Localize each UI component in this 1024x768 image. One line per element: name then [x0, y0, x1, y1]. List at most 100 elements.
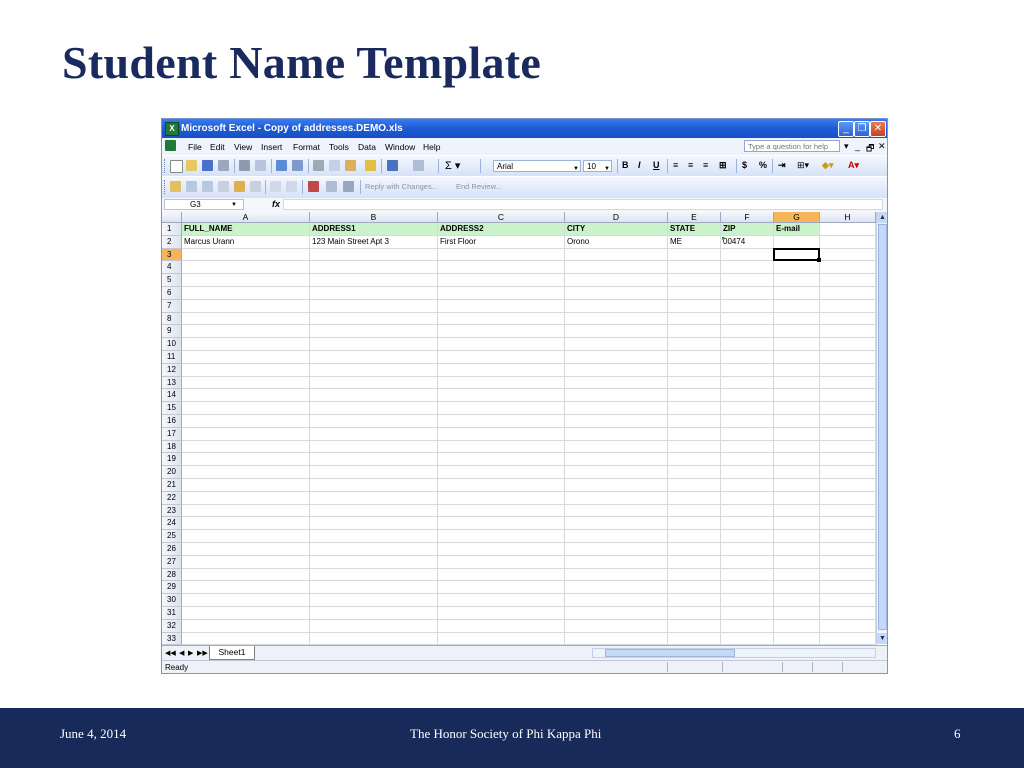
- fx-icon[interactable]: fx: [272, 199, 280, 209]
- row-header-22[interactable]: 22: [162, 491, 182, 505]
- row-header-15[interactable]: 15: [162, 402, 182, 415]
- cell-b25[interactable]: [310, 530, 438, 543]
- cell-h19[interactable]: [820, 453, 876, 467]
- cell-e17[interactable]: [668, 427, 721, 441]
- column-header-b[interactable]: B: [310, 212, 438, 223]
- row-header-11[interactable]: 11: [162, 351, 182, 364]
- cell-b4[interactable]: [310, 261, 438, 275]
- cell-h6[interactable]: [820, 287, 876, 300]
- borders-icon[interactable]: ⊞▾: [797, 160, 809, 171]
- cell-c13[interactable]: [438, 376, 565, 390]
- vertical-scrollbar[interactable]: ▲ ▼: [876, 212, 887, 644]
- column-header-f[interactable]: F: [721, 212, 774, 223]
- next-icon[interactable]: [286, 181, 297, 192]
- cell-a19[interactable]: [182, 453, 310, 467]
- cell-f17[interactable]: [721, 427, 774, 441]
- new-icon[interactable]: [170, 160, 183, 173]
- row-header-16[interactable]: 16: [162, 415, 182, 428]
- cell-d17[interactable]: [565, 427, 668, 441]
- cell-f9[interactable]: [721, 325, 774, 339]
- cell-e31[interactable]: [668, 607, 721, 620]
- cell-c14[interactable]: [438, 389, 565, 403]
- cell-b21[interactable]: [310, 479, 438, 492]
- row-header-17[interactable]: 17: [162, 427, 182, 441]
- cell-d29[interactable]: [565, 581, 668, 595]
- font-name-select[interactable]: Arial ▼: [493, 160, 581, 172]
- font-size-select[interactable]: 10 ▼: [583, 160, 612, 172]
- horizontal-scrollbar[interactable]: [592, 648, 876, 658]
- cell-d33[interactable]: [565, 632, 668, 646]
- cell-d4[interactable]: [565, 261, 668, 275]
- cell-h8[interactable]: [820, 312, 876, 326]
- column-header-h[interactable]: H: [820, 212, 876, 223]
- cell-b13[interactable]: [310, 376, 438, 390]
- cell-f30[interactable]: [721, 594, 774, 607]
- cell-b29[interactable]: [310, 581, 438, 595]
- column-header-e[interactable]: E: [668, 212, 721, 223]
- cell-f11[interactable]: [721, 351, 774, 364]
- cell-d14[interactable]: [565, 389, 668, 403]
- percent-icon[interactable]: %: [759, 160, 767, 170]
- cell-a32[interactable]: [182, 619, 310, 633]
- cell-a7[interactable]: [182, 299, 310, 313]
- cell-b8[interactable]: [310, 312, 438, 326]
- vertical-scroll-thumb[interactable]: [878, 224, 887, 630]
- cell-a21[interactable]: [182, 479, 310, 492]
- row-header-18[interactable]: 18: [162, 440, 182, 454]
- cell-f32[interactable]: [721, 619, 774, 633]
- cell-c8[interactable]: [438, 312, 565, 326]
- cell-e5[interactable]: [668, 274, 721, 287]
- cell-a23[interactable]: [182, 504, 310, 518]
- cell-h13[interactable]: [820, 376, 876, 390]
- row-header-8[interactable]: 8: [162, 312, 182, 326]
- font-color-icon[interactable]: A▾: [848, 160, 859, 171]
- help-dropdown-icon[interactable]: ▾: [844, 141, 849, 152]
- redo-icon[interactable]: [413, 160, 424, 171]
- update-file-icon[interactable]: [343, 181, 354, 192]
- cell-f6[interactable]: [721, 287, 774, 300]
- cell-d15[interactable]: [565, 402, 668, 415]
- cell-d25[interactable]: [565, 530, 668, 543]
- cell-d9[interactable]: [565, 325, 668, 339]
- cell-g25[interactable]: [774, 530, 820, 543]
- cell-e33[interactable]: [668, 632, 721, 646]
- cell-f10[interactable]: [721, 338, 774, 351]
- row-header-7[interactable]: 7: [162, 299, 182, 313]
- horizontal-scroll-thumb[interactable]: [605, 649, 735, 657]
- cell-e16[interactable]: [668, 415, 721, 428]
- cell-g22[interactable]: [774, 491, 820, 505]
- cell-f22[interactable]: [721, 491, 774, 505]
- cell-h17[interactable]: [820, 427, 876, 441]
- cell-f2[interactable]: 00474: [721, 235, 774, 249]
- cell-h29[interactable]: [820, 581, 876, 595]
- cell-a26[interactable]: [182, 543, 310, 556]
- cell-d8[interactable]: [565, 312, 668, 326]
- cell-h18[interactable]: [820, 440, 876, 454]
- cell-f14[interactable]: [721, 389, 774, 403]
- cell-c26[interactable]: [438, 543, 565, 556]
- cell-c4[interactable]: [438, 261, 565, 275]
- cell-h11[interactable]: [820, 351, 876, 364]
- cell-f23[interactable]: [721, 504, 774, 518]
- select-all-corner[interactable]: [162, 212, 182, 223]
- cell-f7[interactable]: [721, 299, 774, 313]
- cell-h28[interactable]: [820, 568, 876, 582]
- autosum-icon[interactable]: Σ ▾: [445, 159, 460, 172]
- cell-b26[interactable]: [310, 543, 438, 556]
- cell-f24[interactable]: [721, 517, 774, 531]
- cell-a13[interactable]: [182, 376, 310, 390]
- cell-e27[interactable]: [668, 555, 721, 569]
- cell-e10[interactable]: [668, 338, 721, 351]
- cell-b31[interactable]: [310, 607, 438, 620]
- cell-e7[interactable]: [668, 299, 721, 313]
- cell-g29[interactable]: [774, 581, 820, 595]
- next-comment-icon[interactable]: [202, 181, 213, 192]
- cell-e14[interactable]: [668, 389, 721, 403]
- cell-b6[interactable]: [310, 287, 438, 300]
- cell-a8[interactable]: [182, 312, 310, 326]
- scroll-up-icon[interactable]: ▲: [877, 212, 887, 223]
- cell-h1[interactable]: [820, 223, 876, 236]
- cell-a17[interactable]: [182, 427, 310, 441]
- cell-d5[interactable]: [565, 274, 668, 287]
- row-header-20[interactable]: 20: [162, 466, 182, 479]
